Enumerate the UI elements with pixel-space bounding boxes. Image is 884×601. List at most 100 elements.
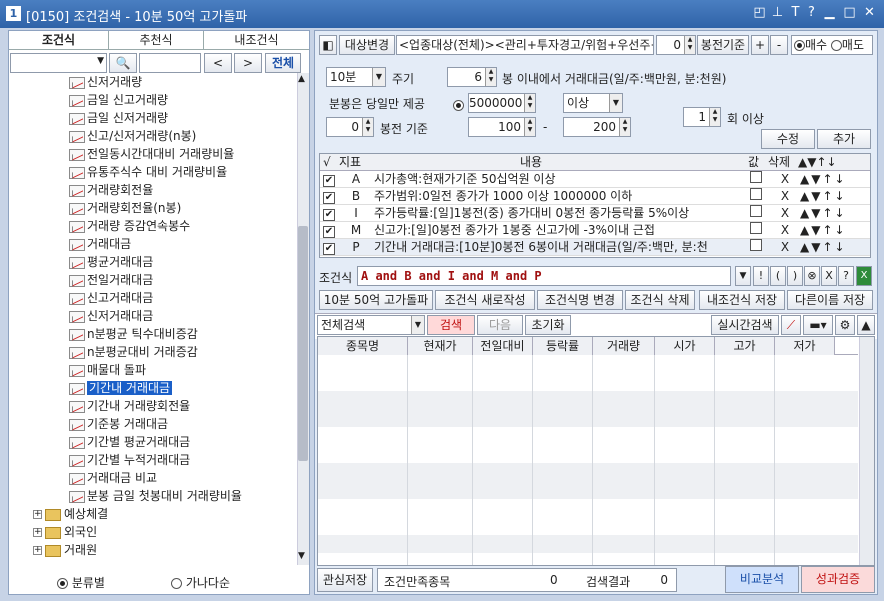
expand-icon[interactable]: +	[33, 546, 42, 555]
spin-icon[interactable]: ▲ ▼	[684, 36, 695, 54]
spin-icon[interactable]: ▲ ▼	[709, 108, 720, 126]
buy-label[interactable]: 매수	[805, 38, 827, 52]
tree-item[interactable]: 분봉 금일 첫봉대비 거래량비율	[69, 487, 242, 505]
tree-item[interactable]: 전일거래대금	[69, 271, 153, 289]
add-button[interactable]: 추가	[817, 129, 871, 149]
tree-item[interactable]: 거래량회전율	[69, 181, 153, 199]
tree-item[interactable]: 금일 신저거래량	[69, 109, 168, 127]
tree-item[interactable]: 거래량회전율(n봉)	[69, 199, 181, 217]
maximize-icon[interactable]: □	[842, 5, 857, 21]
condition-checkbox[interactable]: ✔	[323, 243, 335, 255]
collapse-up-icon[interactable]: ▲	[857, 315, 875, 335]
condition-name-button[interactable]: 10분 50억 고가돌파	[319, 290, 433, 310]
tree-item[interactable]: n분평균대비 거래증감	[69, 343, 198, 361]
expand-icon[interactable]: +	[33, 510, 42, 519]
radio-alpha-option[interactable]: 가나다순	[171, 574, 230, 591]
xor-icon[interactable]: ⊗	[804, 266, 820, 286]
delete-condition-button[interactable]: 조건식 삭제	[625, 290, 695, 310]
close-icon[interactable]: ✕	[862, 5, 877, 21]
sell-label[interactable]: 매도	[842, 38, 864, 52]
prev-button[interactable]: <	[204, 53, 232, 73]
grid-scrollbar[interactable]	[859, 337, 874, 565]
save-my-condition-button[interactable]: 내조건식 저장	[699, 290, 785, 310]
open-paren-icon[interactable]: (	[770, 266, 786, 286]
panel-toggle-icon[interactable]: ◧	[319, 35, 337, 55]
delete-icon[interactable]: X	[775, 239, 795, 256]
favorite-save-button[interactable]: 관심저장	[317, 568, 373, 592]
period-select[interactable]: 10분 ▼	[326, 67, 386, 87]
formula-field[interactable]: A and B and I and M and P	[357, 266, 731, 286]
dropdown-arrow-icon[interactable]: ▼	[609, 94, 622, 112]
spin-icon[interactable]: ▲ ▼	[485, 68, 496, 86]
dropdown-arrow-icon[interactable]: ▼	[411, 316, 424, 334]
value-checkbox[interactable]	[750, 205, 762, 217]
help-icon[interactable]: ?	[804, 5, 819, 21]
tree-item[interactable]: 전일동시간대대비 거래량비율	[69, 145, 234, 163]
buy-radio-icon[interactable]	[794, 40, 805, 51]
grid-header-cell[interactable]: 현재가	[408, 337, 473, 355]
tree-folder[interactable]: + 외국인	[33, 523, 97, 541]
search-input[interactable]	[139, 53, 201, 73]
condition-checkbox[interactable]: ✔	[323, 175, 335, 187]
close-paren-icon[interactable]: )	[787, 266, 803, 286]
move-arrows-icon[interactable]: ▲▼↑↓	[800, 239, 860, 256]
plus-button[interactable]: +	[751, 35, 769, 55]
modify-button[interactable]: 수정	[761, 129, 815, 149]
range-to-field[interactable]: 200 ▲ ▼	[563, 117, 631, 137]
scrollbar-thumb[interactable]	[298, 226, 308, 461]
grid-header-cell[interactable]: 전일대비	[473, 337, 533, 355]
tree-item[interactable]: 금일 신고거래량	[69, 91, 168, 109]
grid-header-cell[interactable]: 등락률	[533, 337, 593, 355]
tree-item[interactable]: 거래대금	[69, 235, 131, 253]
tree-item[interactable]: 신고거래대금	[69, 289, 153, 307]
condition-checkbox[interactable]: ✔	[323, 192, 335, 204]
tab-recommended[interactable]: 추천식	[109, 31, 204, 49]
pin-icon[interactable]: ⊥	[770, 5, 785, 21]
condition-checkbox[interactable]: ✔	[323, 226, 335, 238]
value-checkbox[interactable]	[750, 171, 762, 183]
condition-row[interactable]: ✔ M 신고가:[일]0봉전 종가가 1봉중 신고가에 -3%이내 근접 X ▲▼↑↓	[320, 222, 870, 239]
settings-gear-icon[interactable]: ⚙	[835, 315, 855, 335]
reset-button[interactable]: 초기화	[525, 315, 571, 335]
scroll-down-icon[interactable]: ▼	[298, 551, 305, 561]
sell-radio-icon[interactable]	[830, 40, 842, 51]
tree-folder[interactable]: + 거래원	[33, 541, 97, 559]
amount-cond-select[interactable]: 이상 ▼	[563, 93, 623, 113]
value-checkbox[interactable]	[750, 239, 762, 251]
search-run-button[interactable]: 검색	[427, 315, 475, 335]
new-condition-button[interactable]: 조건식 새로작성	[435, 290, 535, 310]
not-icon[interactable]: !	[753, 266, 769, 286]
tree-item[interactable]: 신저거래량	[69, 73, 142, 91]
bong-base-button[interactable]: 봉전기준	[697, 35, 749, 55]
tree-item[interactable]: 기간별 평균거래대금	[69, 433, 190, 451]
radio-category-option[interactable]: 분류별	[57, 574, 105, 591]
value-checkbox[interactable]	[750, 222, 762, 234]
amount-field[interactable]: 5000000 ▲ ▼	[468, 93, 536, 113]
tree-item[interactable]: 거래량 증감연속봉수	[69, 217, 190, 235]
condition-checkbox[interactable]: ✔	[323, 209, 335, 221]
condition-row[interactable]: ✔ A 시가총액:현재가기준 50십억원 이상 X ▲▼↑↓	[320, 171, 870, 188]
excel-icon[interactable]: X	[856, 266, 872, 286]
tab-my-condition[interactable]: 내조건식	[204, 31, 309, 49]
amount-radio-icon[interactable]	[453, 100, 464, 111]
delete-icon[interactable]: X	[775, 222, 795, 239]
chart-icon[interactable]: ⟋	[781, 315, 801, 335]
search-scope-select[interactable]: 전체검색 ▼	[317, 315, 425, 335]
condition-row[interactable]: ✔ I 주가등락률:[일]1봉전(중) 종가대비 0봉전 종가등락률 5%이상 X ▲▼…	[320, 205, 870, 222]
within-field[interactable]: 6 ▲ ▼	[447, 67, 497, 87]
move-arrows-icon[interactable]: ▲▼↑↓	[800, 205, 860, 222]
font-icon[interactable]: T	[788, 5, 803, 21]
spin-icon[interactable]: ▲ ▼	[362, 118, 373, 136]
tree-item[interactable]: 신고/신저거래량(n봉)	[69, 127, 196, 145]
verify-button[interactable]: 성과검증	[801, 566, 875, 593]
search-button[interactable]: 🔍	[109, 53, 137, 73]
condition-row[interactable]: ✔ P 기간내 거래대금:[10분]0봉전 6봉이내 거래대금(일/주:백만, 분:…	[320, 239, 870, 256]
spin-icon[interactable]: ▲ ▼	[619, 118, 630, 136]
next-page-button[interactable]: 다음	[477, 315, 523, 335]
target-change-button[interactable]: 대상변경	[339, 35, 395, 55]
realtime-search-button[interactable]: 실시간검색	[711, 315, 779, 335]
tree-item[interactable]: 유통주식수 대비 거래량비율	[69, 163, 227, 181]
move-arrows-icon[interactable]: ▲▼↑↓	[800, 188, 860, 205]
grid-header-cell[interactable]: 고가	[715, 337, 775, 355]
dropdown-arrow-icon[interactable]: ▼	[372, 68, 385, 86]
